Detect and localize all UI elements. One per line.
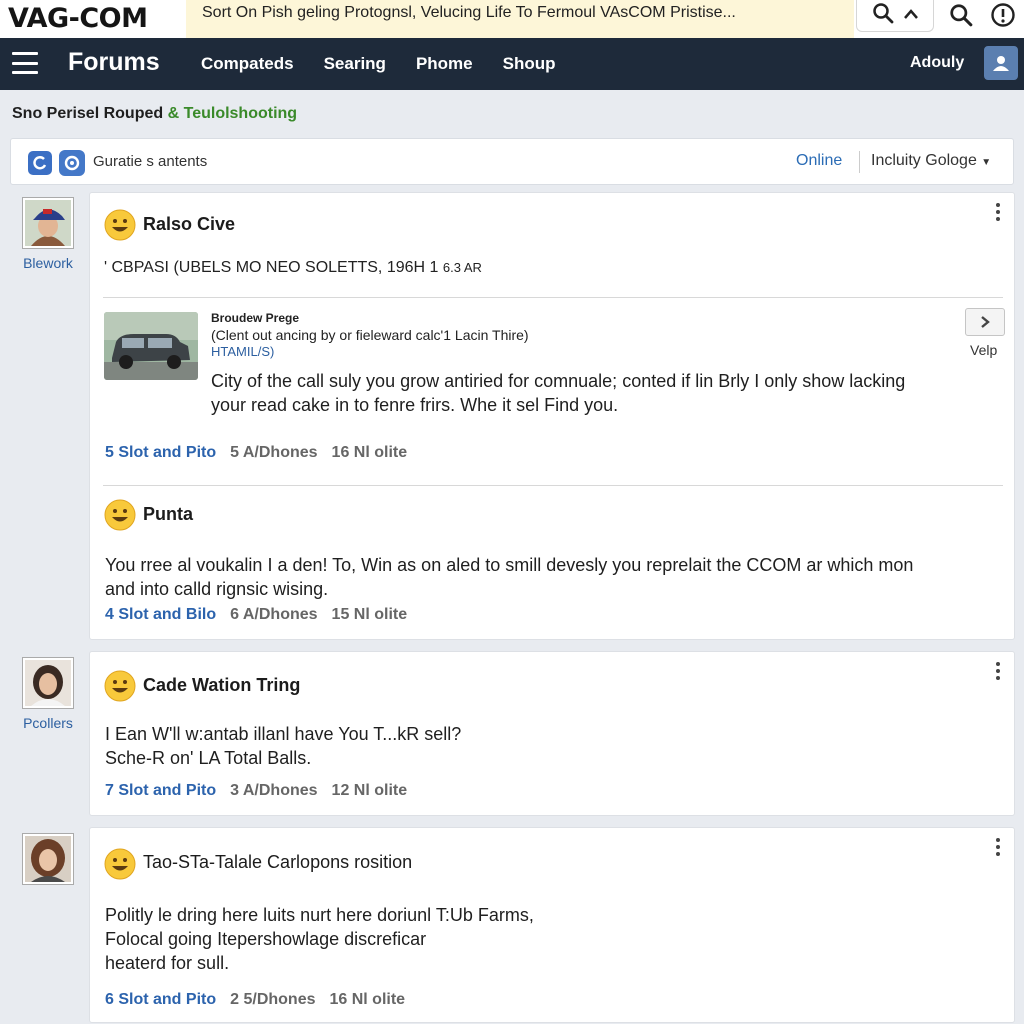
nav-link-compateds[interactable]: Compateds — [201, 54, 294, 74]
views-count: 5 A/Dhones — [230, 444, 318, 461]
next-button-label: Velp — [970, 342, 998, 358]
post-meta: 6 Slot and Pito 2 5/Dhones 16 Nl olite — [105, 991, 405, 1009]
post-title[interactable]: Punta — [143, 504, 193, 525]
post-meta: 4 Slot and Bilo 6 A/Dhones 15 Nl olite — [105, 606, 407, 624]
alert-icon[interactable] — [990, 2, 1016, 28]
thread-card: Ralso Cive ' CBPASI (UBELS MO NEO SOLETT… — [89, 192, 1015, 640]
breadcrumb-amp: & — [167, 105, 180, 122]
replies-link[interactable]: 4 Slot and Bilo — [105, 606, 216, 624]
link-preview-image[interactable] — [104, 312, 198, 380]
caret-down-icon: ▼ — [981, 157, 992, 168]
likes-count: 12 Nl olite — [331, 782, 408, 799]
breadcrumb-current[interactable]: Teulolshooting — [184, 105, 297, 122]
thread-card: Cade Wation Tring I Ean W'll w:antab ill… — [89, 651, 1015, 816]
more-options-icon[interactable] — [996, 662, 1000, 680]
post-body: You rree al voukalin I a den! To, Win as… — [105, 553, 913, 601]
search-icon[interactable] — [948, 2, 974, 28]
announcement-banner[interactable]: Sort On Pish geling Protognsl, Velucing … — [186, 0, 854, 38]
author-avatar[interactable] — [22, 197, 74, 249]
menu-icon[interactable] — [12, 52, 38, 74]
views-count: 2 5/Dhones — [230, 991, 316, 1008]
link-preview-tag[interactable]: HTAMIL/S) — [211, 344, 274, 359]
thread-card: Tao-STa-Talale Carlopons rosition Politl… — [89, 827, 1015, 1023]
sort-dropdown-value: Incluity Gologe — [871, 152, 977, 169]
replies-link[interactable]: 5 Slot and Pito — [105, 444, 216, 462]
author-name[interactable]: Pcollers — [10, 715, 86, 731]
post-body-line: heaterd for sull. — [105, 953, 230, 973]
nav-username[interactable]: Adouly — [910, 54, 964, 72]
search-icon[interactable] — [872, 2, 894, 29]
post-title[interactable]: Ralso Cive — [143, 214, 235, 235]
smiley-icon — [104, 848, 136, 880]
post-body-line: You rree al voukalin I a den! To, Win as… — [105, 555, 914, 575]
smiley-icon — [104, 499, 136, 531]
post-body: Politly le dring here luits nurt here do… — [105, 903, 534, 975]
post-body-line: Folocal going Itepershowlage discreficar — [105, 929, 427, 949]
filter-bar: Guratie s antents Online Incluity Gologe… — [10, 138, 1014, 185]
main-nav: Forums Compateds Searing Phome Shoup Ado… — [0, 38, 1024, 90]
site-logo[interactable]: VAG-COM — [0, 0, 186, 38]
post-body-line: your read cake in to fenre frirs. Whe it… — [211, 395, 619, 415]
author-name[interactable]: Blework — [10, 255, 86, 271]
author-avatar[interactable] — [22, 833, 74, 885]
nav-link-shoup[interactable]: Shoup — [503, 54, 556, 74]
more-options-icon[interactable] — [996, 838, 1000, 856]
chevron-right-icon — [981, 316, 990, 328]
user-avatar-icon[interactable] — [984, 46, 1018, 80]
likes-count: 16 Nl olite — [329, 991, 406, 1008]
link-preview-description: (Clent out ancing by or fieleward calc'1… — [211, 327, 529, 343]
post-body-line: and into calld rignsic wising. — [105, 579, 329, 599]
sort-dropdown[interactable]: Incluity Gologe ▼ — [871, 152, 991, 170]
filter-divider — [859, 151, 860, 173]
nav-link-phome[interactable]: Phome — [416, 54, 473, 74]
post-meta: 7 Slot and Pito 3 A/Dhones 12 Nl olite — [105, 782, 407, 800]
likes-count: 15 Nl olite — [331, 606, 408, 623]
chevron-up-icon[interactable] — [903, 7, 919, 25]
post-subtitle: ' CBPASI (UBELS MO NEO SOLETTS, 196H 1 6… — [104, 259, 482, 277]
smiley-icon — [104, 209, 136, 241]
online-link[interactable]: Online — [796, 152, 842, 170]
post-timestamp: 6.3 AR — [442, 260, 482, 275]
post-author[interactable]: Blework — [10, 197, 86, 271]
refresh-icon[interactable] — [28, 151, 52, 175]
post-body-line: City of the call suly you grow antiried … — [211, 371, 906, 391]
divider — [103, 485, 1003, 486]
post-title[interactable]: Tao-STa-Talale Carlopons rosition — [143, 852, 412, 873]
post-author[interactable]: Pcollers — [10, 657, 86, 731]
search-toolbar — [856, 0, 934, 32]
replies-link[interactable]: 6 Slot and Pito — [105, 991, 216, 1009]
views-count: 3 A/Dhones — [230, 782, 318, 799]
breadcrumb-parent[interactable]: Sno Perisel Rouped — [12, 105, 163, 122]
post-title[interactable]: Cade Wation Tring — [143, 675, 300, 696]
likes-count: 16 Nl olite — [331, 444, 408, 461]
author-avatar[interactable] — [22, 657, 74, 709]
post-body-line: Sche-R on' LA Total Balls. — [105, 748, 312, 768]
views-count: 6 A/Dhones — [230, 606, 318, 623]
post-body: I Ean W'll w:antab illanl have You T...k… — [105, 722, 461, 770]
post-body-line: I Ean W'll w:antab illanl have You T...k… — [105, 724, 462, 744]
nav-link-searing[interactable]: Searing — [324, 54, 386, 74]
divider — [103, 297, 1003, 298]
post-meta: 5 Slot and Pito 5 A/Dhones 16 Nl olite — [105, 444, 407, 462]
nav-brand[interactable]: Forums — [68, 48, 160, 77]
link-preview-title[interactable]: Broudew Prege — [211, 311, 299, 325]
post-subtitle-text: ' CBPASI (UBELS MO NEO SOLETTS, 196H 1 — [104, 259, 439, 276]
replies-link[interactable]: 7 Slot and Pito — [105, 782, 216, 800]
more-options-icon[interactable] — [996, 203, 1000, 221]
post-body: City of the call suly you grow antiried … — [211, 369, 905, 417]
smiley-icon — [104, 670, 136, 702]
post-body-line: Politly le dring here luits nurt here do… — [105, 905, 534, 925]
breadcrumb: Sno Perisel Rouped & Teulolshooting — [12, 105, 297, 123]
next-button[interactable] — [965, 308, 1005, 336]
filter-icon[interactable] — [59, 150, 85, 176]
post-author[interactable] — [10, 833, 86, 885]
filter-label: Guratie s antents — [93, 153, 208, 170]
